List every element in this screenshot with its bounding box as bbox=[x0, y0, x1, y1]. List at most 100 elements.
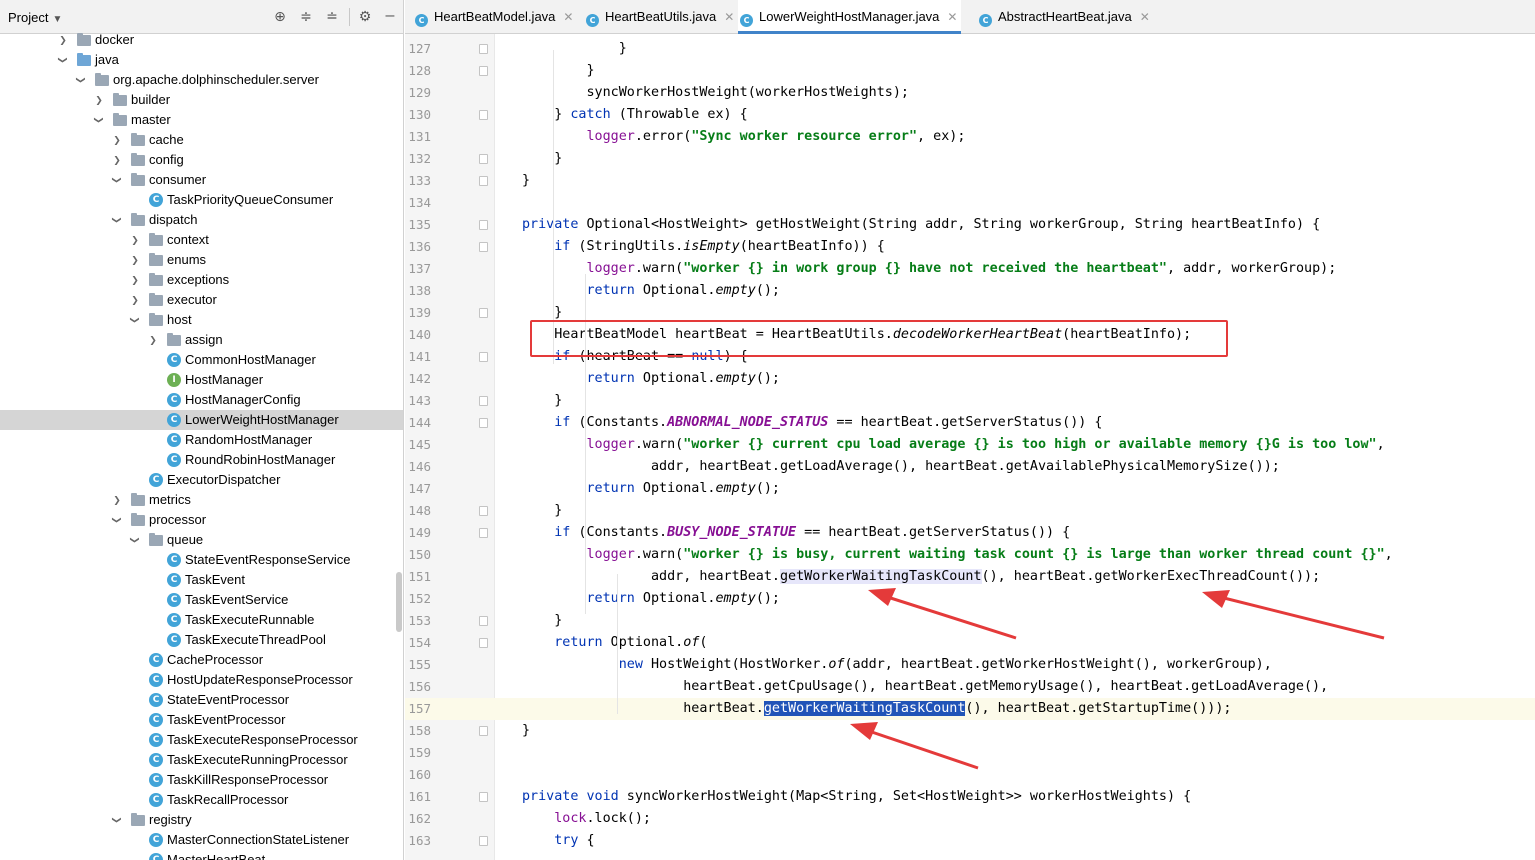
chevron-right-icon[interactable]: ❯ bbox=[148, 330, 158, 350]
code-line-148[interactable]: 148 } bbox=[405, 500, 1535, 522]
chevron-down-icon[interactable]: ❯ bbox=[125, 315, 145, 325]
tree-item-host[interactable]: ❯ host bbox=[0, 310, 403, 330]
tree-item-consumer[interactable]: ❯ consumer bbox=[0, 170, 403, 190]
tree-item-hostmanagerconfig[interactable]: C HostManagerConfig bbox=[0, 390, 403, 410]
code-line-130[interactable]: 130 } catch (Throwable ex) { bbox=[405, 104, 1535, 126]
code-line-150[interactable]: 150 logger.warn("worker {} is busy, curr… bbox=[405, 544, 1535, 566]
tree-item-config[interactable]: ❯ config bbox=[0, 150, 403, 170]
chevron-right-icon[interactable]: ❯ bbox=[130, 270, 140, 290]
code-line-131[interactable]: 131 logger.error("Sync worker resource e… bbox=[405, 126, 1535, 148]
code-line-163[interactable]: 163 try { bbox=[405, 830, 1535, 852]
close-icon[interactable]: ✕ bbox=[563, 10, 573, 24]
chevron-down-icon[interactable]: ❯ bbox=[71, 75, 91, 85]
chevron-right-icon[interactable]: ❯ bbox=[94, 90, 104, 110]
chevron-right-icon[interactable]: ❯ bbox=[130, 230, 140, 250]
expand-all-icon[interactable]: ≑ bbox=[298, 8, 314, 24]
fold-marker-icon[interactable] bbox=[479, 616, 488, 626]
tree-item-taskeventservice[interactable]: C TaskEventService bbox=[0, 590, 403, 610]
tree-item-taskexecuteresponseprocessor[interactable]: C TaskExecuteResponseProcessor bbox=[0, 730, 403, 750]
code-line-151[interactable]: 151 addr, heartBeat.getWorkerWaitingTask… bbox=[405, 566, 1535, 588]
code-line-138[interactable]: 138 return Optional.empty(); bbox=[405, 280, 1535, 302]
chevron-down-icon[interactable]: ❯ bbox=[53, 55, 73, 65]
fold-marker-icon[interactable] bbox=[479, 220, 488, 230]
code-line-162[interactable]: 162 lock.lock(); bbox=[405, 808, 1535, 830]
code-line-158[interactable]: 158} bbox=[405, 720, 1535, 742]
tree-item-docker[interactable]: ❯ docker bbox=[0, 30, 403, 50]
tree-item-roundrobinhostmanager[interactable]: C RoundRobinHostManager bbox=[0, 450, 403, 470]
code-line-146[interactable]: 146 addr, heartBeat.getLoadAverage(), he… bbox=[405, 456, 1535, 478]
tree-item-enums[interactable]: ❯ enums bbox=[0, 250, 403, 270]
tree-item-org-apache-dolphinscheduler-server[interactable]: ❯ org.apache.dolphinscheduler.server bbox=[0, 70, 403, 90]
tree-item-hostmanager[interactable]: I HostManager bbox=[0, 370, 403, 390]
code-editor[interactable]: 127 } 128 } 129 syncWorkerHostWeight(worke… bbox=[405, 34, 1535, 860]
code-line-152[interactable]: 152 return Optional.empty(); bbox=[405, 588, 1535, 610]
code-line-144[interactable]: 144 if (Constants.ABNORMAL_NODE_STATUS =… bbox=[405, 412, 1535, 434]
close-icon[interactable]: ✕ bbox=[1140, 10, 1150, 24]
tree-item-masterconnectionstatelistener[interactable]: C MasterConnectionStateListener bbox=[0, 830, 403, 850]
close-icon[interactable]: ✕ bbox=[947, 10, 957, 24]
chevron-right-icon[interactable]: ❯ bbox=[130, 290, 140, 310]
fold-marker-icon[interactable] bbox=[479, 110, 488, 120]
collapse-all-icon[interactable]: ≐ bbox=[324, 8, 340, 24]
tree-item-exceptions[interactable]: ❯ exceptions bbox=[0, 270, 403, 290]
code-line-147[interactable]: 147 return Optional.empty(); bbox=[405, 478, 1535, 500]
code-line-145[interactable]: 145 logger.warn("worker {} current cpu l… bbox=[405, 434, 1535, 456]
fold-marker-icon[interactable] bbox=[479, 528, 488, 538]
tree-item-context[interactable]: ❯ context bbox=[0, 230, 403, 250]
tree-item-assign[interactable]: ❯ assign bbox=[0, 330, 403, 350]
code-line-133[interactable]: 133} bbox=[405, 170, 1535, 192]
code-line-139[interactable]: 139 } bbox=[405, 302, 1535, 324]
tree-item-cacheprocessor[interactable]: C CacheProcessor bbox=[0, 650, 403, 670]
fold-marker-icon[interactable] bbox=[479, 638, 488, 648]
tab-lowerweighthostmanager-java[interactable]: C LowerWeightHostManager.java ✕ bbox=[738, 0, 962, 34]
chevron-down-icon[interactable]: ❯ bbox=[107, 215, 127, 225]
fold-marker-icon[interactable] bbox=[479, 352, 488, 362]
tree-item-stateeventresponseservice[interactable]: C StateEventResponseService bbox=[0, 550, 403, 570]
code-line-153[interactable]: 153 } bbox=[405, 610, 1535, 632]
tree-item-builder[interactable]: ❯ builder bbox=[0, 90, 403, 110]
tree-item-taskexecuterunningprocessor[interactable]: C TaskExecuteRunningProcessor bbox=[0, 750, 403, 770]
code-line-141[interactable]: 141 if (heartBeat == null) { bbox=[405, 346, 1535, 368]
chevron-down-icon[interactable]: ❯ bbox=[125, 535, 145, 545]
code-line-156[interactable]: 156 heartBeat.getCpuUsage(), heartBeat.g… bbox=[405, 676, 1535, 698]
fold-marker-icon[interactable] bbox=[479, 66, 488, 76]
chevron-right-icon[interactable]: ❯ bbox=[112, 490, 122, 510]
code-line-161[interactable]: 161 private void syncWorkerHostWeight(Map… bbox=[405, 786, 1535, 808]
chevron-down-icon[interactable]: ❯ bbox=[89, 115, 109, 125]
code-line-137[interactable]: 137 logger.warn("worker {} in work group… bbox=[405, 258, 1535, 280]
code-line-128[interactable]: 128 } bbox=[405, 60, 1535, 82]
tree-item-randomhostmanager[interactable]: C RandomHostManager bbox=[0, 430, 403, 450]
tab-abstractheartbeat-java[interactable]: C AbstractHeartBeat.java ✕ bbox=[979, 0, 1154, 34]
chevron-down-icon[interactable]: ❯ bbox=[107, 515, 127, 525]
fold-marker-icon[interactable] bbox=[479, 506, 488, 516]
tree-item-metrics[interactable]: ❯ metrics bbox=[0, 490, 403, 510]
minimize-icon[interactable]: – bbox=[382, 8, 398, 24]
fold-marker-icon[interactable] bbox=[479, 308, 488, 318]
code-line-136[interactable]: 136 if (StringUtils.isEmpty(heartBeatInf… bbox=[405, 236, 1535, 258]
chevron-right-icon[interactable]: ❯ bbox=[58, 30, 68, 50]
code-line-155[interactable]: 155 new HostWeight(HostWorker.of(addr, h… bbox=[405, 654, 1535, 676]
chevron-right-icon[interactable]: ❯ bbox=[130, 250, 140, 270]
code-line-160[interactable]: 160 bbox=[405, 764, 1535, 786]
tree-item-taskpriorityqueueconsumer[interactable]: C TaskPriorityQueueConsumer bbox=[0, 190, 403, 210]
fold-marker-icon[interactable] bbox=[479, 176, 488, 186]
code-line-129[interactable]: 129 syncWorkerHostWeight(workerHostWeigh… bbox=[405, 82, 1535, 104]
tree-item-queue[interactable]: ❯ queue bbox=[0, 530, 403, 550]
tree-item-taskkillresponseprocessor[interactable]: C TaskKillResponseProcessor bbox=[0, 770, 403, 790]
fold-marker-icon[interactable] bbox=[479, 154, 488, 164]
fold-marker-icon[interactable] bbox=[479, 836, 488, 846]
tree-item-cache[interactable]: ❯ cache bbox=[0, 130, 403, 150]
chevron-down-icon[interactable]: ❯ bbox=[107, 175, 127, 185]
tree-item-taskexecutethreadpool[interactable]: C TaskExecuteThreadPool bbox=[0, 630, 403, 650]
tree-item-taskevent[interactable]: C TaskEvent bbox=[0, 570, 403, 590]
code-line-134[interactable]: 134 bbox=[405, 192, 1535, 214]
tree-item-java[interactable]: ❯ java bbox=[0, 50, 403, 70]
tree-item-stateeventprocessor[interactable]: C StateEventProcessor bbox=[0, 690, 403, 710]
tree-item-lowerweighthostmanager[interactable]: C LowerWeightHostManager bbox=[0, 410, 403, 430]
tree-item-executor[interactable]: ❯ executor bbox=[0, 290, 403, 310]
close-icon[interactable]: ✕ bbox=[724, 10, 734, 24]
code-line-135[interactable]: 135 private Optional<HostWeight> getHostW… bbox=[405, 214, 1535, 236]
tree-item-hostupdateresponseprocessor[interactable]: C HostUpdateResponseProcessor bbox=[0, 670, 403, 690]
tree-item-master[interactable]: ❯ master bbox=[0, 110, 403, 130]
code-line-142[interactable]: 142 return Optional.empty(); bbox=[405, 368, 1535, 390]
